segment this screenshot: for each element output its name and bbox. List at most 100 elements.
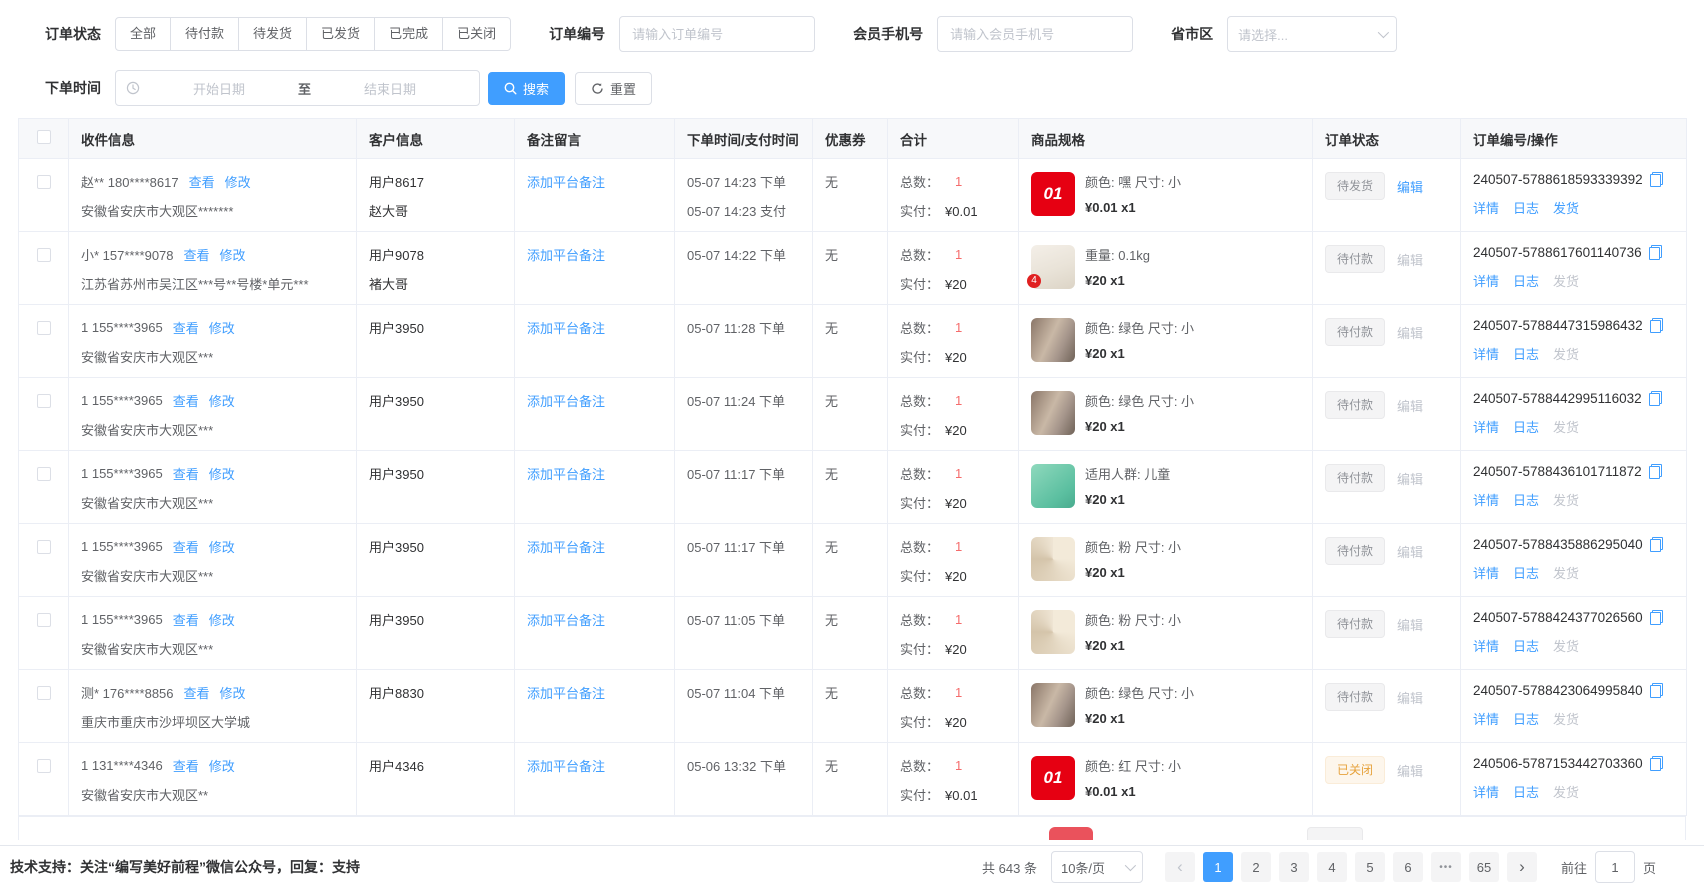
page-button-4[interactable]: 4 — [1317, 852, 1347, 882]
product-thumbnail[interactable] — [1031, 318, 1075, 362]
add-platform-note-link[interactable]: 添加平台备注 — [527, 540, 605, 555]
ship-link[interactable]: 发货 — [1553, 782, 1579, 801]
product-thumbnail[interactable]: 01 — [1031, 172, 1075, 216]
view-recipient-link[interactable]: 查看 — [184, 245, 210, 264]
log-link[interactable]: 日志 — [1513, 563, 1539, 582]
search-button[interactable]: 搜索 — [488, 72, 565, 105]
copy-icon[interactable] — [1649, 245, 1662, 260]
log-link[interactable]: 日志 — [1513, 198, 1539, 217]
member-phone-input[interactable] — [937, 16, 1133, 52]
edit-order-link[interactable]: 编辑 — [1397, 323, 1423, 342]
edit-order-link[interactable]: 编辑 — [1397, 761, 1423, 780]
status-filter-closed[interactable]: 已关闭 — [442, 17, 511, 51]
edit-order-link[interactable]: 编辑 — [1397, 177, 1423, 196]
add-platform-note-link[interactable]: 添加平台备注 — [527, 686, 605, 701]
status-filter-completed[interactable]: 已完成 — [374, 17, 443, 51]
product-thumbnail[interactable]: 4 — [1031, 245, 1075, 289]
log-link[interactable]: 日志 — [1513, 344, 1539, 363]
modify-recipient-link[interactable]: 修改 — [209, 537, 235, 556]
add-platform-note-link[interactable]: 添加平台备注 — [527, 613, 605, 628]
view-recipient-link[interactable]: 查看 — [173, 610, 199, 629]
modify-recipient-link[interactable]: 修改 — [209, 391, 235, 410]
product-thumbnail[interactable] — [1031, 391, 1075, 435]
detail-link[interactable]: 详情 — [1473, 344, 1499, 363]
ship-link[interactable]: 发货 — [1553, 271, 1579, 290]
status-filter-pending-payment[interactable]: 待付款 — [170, 17, 239, 51]
row-checkbox[interactable] — [37, 686, 51, 700]
status-filter-all[interactable]: 全部 — [115, 17, 171, 51]
copy-icon[interactable] — [1650, 537, 1663, 552]
row-checkbox[interactable] — [37, 321, 51, 335]
view-recipient-link[interactable]: 查看 — [173, 537, 199, 556]
add-platform-note-link[interactable]: 添加平台备注 — [527, 467, 605, 482]
page-ellipsis[interactable]: ••• — [1431, 852, 1461, 882]
modify-recipient-link[interactable]: 修改 — [220, 683, 246, 702]
row-checkbox[interactable] — [37, 613, 51, 627]
copy-icon[interactable] — [1650, 318, 1663, 333]
product-thumbnail[interactable] — [1031, 683, 1075, 727]
add-platform-note-link[interactable]: 添加平台备注 — [527, 175, 605, 190]
edit-order-link[interactable]: 编辑 — [1397, 542, 1423, 561]
start-date-placeholder[interactable]: 开始日期 — [140, 79, 298, 98]
reset-button[interactable]: 重置 — [575, 72, 652, 105]
ship-link[interactable]: 发货 — [1553, 344, 1579, 363]
product-thumbnail[interactable]: 01 — [1031, 756, 1075, 800]
modify-recipient-link[interactable]: 修改 — [209, 756, 235, 775]
ship-link[interactable]: 发货 — [1553, 198, 1579, 217]
log-link[interactable]: 日志 — [1513, 271, 1539, 290]
view-recipient-link[interactable]: 查看 — [173, 318, 199, 337]
edit-order-link[interactable]: 编辑 — [1397, 396, 1423, 415]
product-thumbnail[interactable] — [1031, 537, 1075, 581]
view-recipient-link[interactable]: 查看 — [173, 756, 199, 775]
product-thumbnail[interactable] — [1031, 464, 1075, 508]
page-button-2[interactable]: 2 — [1241, 852, 1271, 882]
detail-link[interactable]: 详情 — [1473, 709, 1499, 728]
modify-recipient-link[interactable]: 修改 — [209, 464, 235, 483]
page-button-1[interactable]: 1 — [1203, 852, 1233, 882]
modify-recipient-link[interactable]: 修改 — [225, 172, 251, 191]
log-link[interactable]: 日志 — [1513, 636, 1539, 655]
row-checkbox[interactable] — [37, 175, 51, 189]
end-date-placeholder[interactable]: 结束日期 — [311, 79, 469, 98]
row-checkbox[interactable] — [37, 394, 51, 408]
log-link[interactable]: 日志 — [1513, 782, 1539, 801]
row-checkbox[interactable] — [37, 540, 51, 554]
copy-icon[interactable] — [1650, 683, 1663, 698]
edit-order-link[interactable]: 编辑 — [1397, 469, 1423, 488]
detail-link[interactable]: 详情 — [1473, 417, 1499, 436]
view-recipient-link[interactable]: 查看 — [173, 464, 199, 483]
detail-link[interactable]: 详情 — [1473, 563, 1499, 582]
log-link[interactable]: 日志 — [1513, 709, 1539, 728]
select-all-checkbox[interactable] — [37, 130, 51, 144]
product-thumbnail[interactable] — [1031, 610, 1075, 654]
row-checkbox[interactable] — [37, 467, 51, 481]
add-platform-note-link[interactable]: 添加平台备注 — [527, 321, 605, 336]
copy-icon[interactable] — [1650, 756, 1663, 771]
status-filter-pending-shipment[interactable]: 待发货 — [238, 17, 307, 51]
page-button-6[interactable]: 6 — [1393, 852, 1423, 882]
copy-icon[interactable] — [1649, 464, 1662, 479]
ship-link[interactable]: 发货 — [1553, 709, 1579, 728]
jump-page-input[interactable] — [1595, 851, 1635, 883]
order-no-input[interactable] — [619, 16, 815, 52]
ship-link[interactable]: 发货 — [1553, 563, 1579, 582]
detail-link[interactable]: 详情 — [1473, 490, 1499, 509]
page-button-5[interactable]: 5 — [1355, 852, 1385, 882]
add-platform-note-link[interactable]: 添加平台备注 — [527, 394, 605, 409]
ship-link[interactable]: 发货 — [1553, 417, 1579, 436]
row-checkbox[interactable] — [37, 248, 51, 262]
modify-recipient-link[interactable]: 修改 — [220, 245, 246, 264]
page-button-3[interactable]: 3 — [1279, 852, 1309, 882]
edit-order-link[interactable]: 编辑 — [1397, 615, 1423, 634]
view-recipient-link[interactable]: 查看 — [173, 391, 199, 410]
copy-icon[interactable] — [1650, 172, 1663, 187]
detail-link[interactable]: 详情 — [1473, 636, 1499, 655]
order-time-range-picker[interactable]: 开始日期 至 结束日期 — [115, 70, 480, 106]
add-platform-note-link[interactable]: 添加平台备注 — [527, 759, 605, 774]
detail-link[interactable]: 详情 — [1473, 782, 1499, 801]
copy-icon[interactable] — [1649, 391, 1662, 406]
page-button-65[interactable]: 65 — [1469, 852, 1499, 882]
edit-order-link[interactable]: 编辑 — [1397, 688, 1423, 707]
log-link[interactable]: 日志 — [1513, 490, 1539, 509]
detail-link[interactable]: 详情 — [1473, 271, 1499, 290]
